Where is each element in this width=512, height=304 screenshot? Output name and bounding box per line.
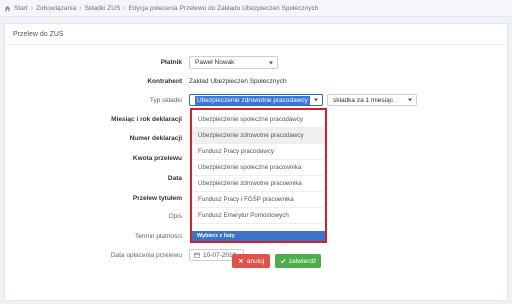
platnik-select[interactable]: Paweł Nowak [189, 56, 278, 69]
data-label: Data [167, 175, 182, 182]
typ-skladki-label: Typ składki [149, 97, 182, 104]
confirm-button[interactable]: zatwierdź [275, 254, 321, 268]
platnik-value: Paweł Nowak [195, 59, 235, 66]
typ-skladki-select[interactable]: Ubezpieczenie zdrowotne pracodawcy [189, 94, 323, 106]
dropdown-option[interactable]: Fundusz Pracy i FGŚP pracownika [192, 192, 325, 208]
breadcrumb-start[interactable]: Start [14, 5, 28, 12]
breadcrumb: Start › Zobowiązania › Składki ZUS › Edy… [0, 0, 512, 17]
kwota-label: Kwota przelewu [132, 155, 182, 162]
platnik-label: Płatnik [160, 59, 182, 66]
chevron-down-icon [314, 98, 318, 102]
breadcrumb-current: Edycja polecenia Przelewu do Zakładu Ube… [128, 4, 319, 12]
calendar-icon [194, 252, 200, 258]
panel-divider [5, 44, 507, 45]
chevron-down-icon [408, 98, 412, 102]
opis-label: Opis [168, 213, 182, 220]
kontrahent-label: Kontrahent [147, 78, 182, 85]
dropdown-footer: Wybierz z listy [192, 231, 325, 241]
close-icon [238, 258, 243, 264]
check-icon [280, 258, 286, 264]
breadcrumb-skladki-zus[interactable]: Składki ZUS [85, 5, 121, 12]
dropdown-option[interactable]: Ubezpieczenie społeczne pracownika [192, 160, 325, 176]
skladka-select[interactable]: składka za 1 miesiąc [327, 94, 417, 106]
numer-label: Numer deklaracji [129, 135, 182, 142]
dropdown-option[interactable]: Fundusz Emerytur Pomostowych [192, 208, 325, 224]
typ-skladki-value: Ubezpieczenie zdrowotne pracodawcy [195, 95, 310, 105]
cancel-button[interactable]: anuluj [232, 254, 270, 268]
breadcrumb-separator-icon: › [79, 4, 82, 12]
termin-label: Termin płatności [135, 233, 182, 240]
data-oplacenia-label: Data opłacenia przelewu [110, 252, 182, 259]
confirm-label: zatwierdź [288, 257, 317, 265]
dropdown-option[interactable]: Fundusz Pracy pracodawcy [192, 144, 325, 160]
chevron-down-icon [269, 61, 273, 64]
cancel-label: anuluj [246, 257, 265, 265]
dropdown-option[interactable]: Ubezpieczenie społeczne pracodawcy [192, 112, 325, 128]
tytul-label: Przelew tytułem [132, 195, 182, 202]
skladka-value: składka za 1 miesiąc [333, 96, 393, 104]
breadcrumb-separator-icon: › [123, 4, 126, 12]
dropdown-option-selected[interactable]: Ubezpieczenie zdrowotne pracodawcy [192, 128, 325, 144]
kontrahent-value: Zakład Ubezpieczeń Społecznych [189, 78, 287, 85]
breadcrumb-separator-icon: › [30, 4, 34, 12]
dropdown-option[interactable]: Ubezpieczenie zdrowotne pracownika [192, 176, 325, 192]
home-icon[interactable] [4, 5, 11, 12]
panel-title: Przelew do ZUS [13, 31, 64, 38]
miesiac-label: Miesiąc i rok deklaracji [111, 116, 182, 123]
breadcrumb-zobowiazania[interactable]: Zobowiązania [36, 5, 76, 12]
typ-skladki-dropdown: Ubezpieczenie społeczne pracodawcy Ubezp… [190, 108, 327, 243]
